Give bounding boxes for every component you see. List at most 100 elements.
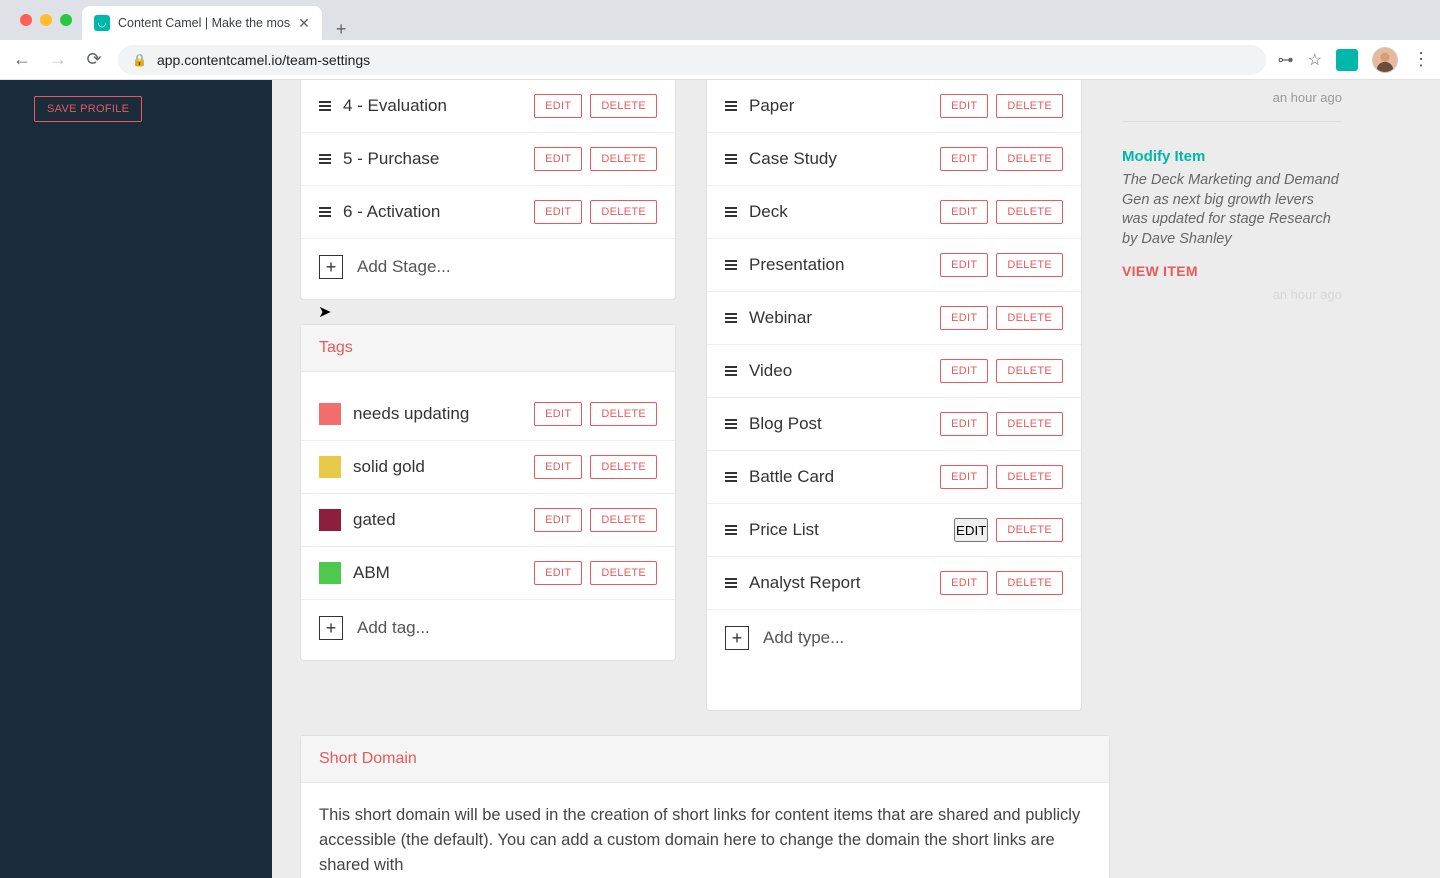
back-button[interactable]: ← (10, 49, 34, 70)
activity-timestamp: an hour ago (1122, 90, 1342, 122)
browser-tab[interactable]: ◡ Content Camel | Make the mos ✕ (82, 6, 322, 40)
tag-color-swatch (319, 403, 341, 425)
delete-button[interactable]: DELETE (996, 147, 1063, 171)
delete-button[interactable]: DELETE (590, 402, 657, 426)
tag-label: solid gold (353, 457, 522, 477)
view-item-link[interactable]: VIEW ITEM (1122, 263, 1342, 279)
url-input[interactable]: 🔒 app.contentcamel.io/team-settings (118, 45, 1266, 75)
tag-row: solid gold EDIT DELETE (301, 441, 675, 494)
stage-label: 5 - Purchase (343, 149, 522, 169)
tag-color-swatch (319, 456, 341, 478)
edit-button[interactable]: EDIT (940, 253, 988, 277)
forward-button[interactable]: → (46, 49, 70, 70)
edit-button[interactable]: EDIT (534, 94, 582, 118)
delete-button[interactable]: DELETE (996, 200, 1063, 224)
add-type-button[interactable]: + Add type... (707, 610, 1081, 670)
drag-handle-icon[interactable] (725, 366, 737, 376)
delete-button[interactable]: DELETE (996, 94, 1063, 118)
extension-icon[interactable] (1336, 49, 1358, 71)
drag-handle-icon[interactable] (725, 472, 737, 482)
edit-button[interactable]: EDIT (940, 147, 988, 171)
drag-handle-icon[interactable] (725, 525, 737, 535)
type-row: Deck EDIT DELETE (707, 186, 1081, 239)
delete-button[interactable]: DELETE (590, 147, 657, 171)
edit-button[interactable]: EDIT (534, 200, 582, 224)
type-label: Presentation (749, 255, 928, 275)
delete-button[interactable]: DELETE (996, 465, 1063, 489)
new-tab-button[interactable]: + (322, 19, 361, 40)
delete-button[interactable]: DELETE (996, 412, 1063, 436)
delete-button[interactable]: DELETE (590, 200, 657, 224)
edit-button[interactable]: EDIT (534, 455, 582, 479)
stage-label: 6 - Activation (343, 202, 522, 222)
delete-button[interactable]: DELETE (590, 561, 657, 585)
plus-icon: + (725, 626, 749, 650)
edit-button[interactable]: EDIT (940, 306, 988, 330)
edit-button[interactable]: EDIT (940, 359, 988, 383)
delete-button[interactable]: DELETE (590, 455, 657, 479)
drag-handle-icon[interactable] (725, 419, 737, 429)
favicon: ◡ (94, 15, 110, 31)
edit-button[interactable]: EDIT (534, 147, 582, 171)
toolbar-icons: ⊶ ☆ ⋮ (1278, 47, 1430, 73)
maximize-window-button[interactable] (60, 14, 72, 26)
type-label: Webinar (749, 308, 928, 328)
edit-button[interactable]: EDIT (940, 465, 988, 489)
edit-button[interactable]: EDIT (940, 94, 988, 118)
menu-icon[interactable]: ⋮ (1412, 49, 1430, 70)
add-stage-label: Add Stage... (357, 257, 451, 277)
type-label: Paper (749, 96, 928, 116)
plus-icon: + (319, 255, 343, 279)
profile-avatar[interactable] (1372, 47, 1398, 73)
type-row: Battle Card EDIT DELETE (707, 451, 1081, 504)
type-row: Blog Post EDITDELETE (707, 398, 1081, 451)
star-icon[interactable]: ☆ (1308, 50, 1322, 70)
key-icon[interactable]: ⊶ (1278, 50, 1294, 70)
edit-button[interactable]: EDIT (940, 200, 988, 224)
edit-button[interactable]: EDIT (534, 561, 582, 585)
stage-row: 4 - Evaluation EDIT DELETE (301, 80, 675, 133)
type-label: Price List (749, 520, 942, 540)
reload-button[interactable]: ⟳ (82, 49, 106, 70)
delete-button[interactable]: DELETE (996, 253, 1063, 277)
edit-button[interactable]: EDIT (954, 518, 988, 542)
add-tag-button[interactable]: + Add tag... (301, 600, 675, 660)
type-label: Deck (749, 202, 928, 222)
delete-button[interactable]: DELETE (590, 94, 657, 118)
delete-button[interactable]: DELETE (996, 518, 1063, 542)
type-label: Battle Card (749, 467, 928, 487)
drag-handle-icon[interactable] (725, 154, 737, 164)
tag-label: gated (353, 510, 522, 530)
type-row: Analyst Report EDIT DELETE (707, 557, 1081, 610)
add-type-label: Add type... (763, 628, 844, 648)
save-profile-button[interactable]: SAVE PROFILE (34, 96, 142, 122)
drag-handle-icon[interactable] (725, 101, 737, 111)
minimize-window-button[interactable] (40, 14, 52, 26)
close-tab-icon[interactable]: ✕ (298, 15, 310, 32)
drag-handle-icon[interactable] (319, 154, 331, 164)
edit-button[interactable]: EDIT (940, 571, 988, 595)
edit-button[interactable]: EDIT (940, 412, 988, 436)
type-label: Analyst Report (749, 573, 928, 593)
right-column: Paper EDITDELETE Case Study EDITDELETE D… (706, 80, 1082, 735)
drag-handle-icon[interactable] (725, 313, 737, 323)
drag-handle-icon[interactable] (725, 578, 737, 588)
add-stage-button[interactable]: + Add Stage... (301, 239, 675, 299)
edit-button[interactable]: EDIT (534, 402, 582, 426)
drag-handle-icon[interactable] (725, 207, 737, 217)
drag-handle-icon[interactable] (319, 101, 331, 111)
cursor-icon: ➤ (318, 302, 331, 322)
delete-button[interactable]: DELETE (590, 508, 657, 532)
tag-label: ABM (353, 563, 522, 583)
tag-row: gated EDIT DELETE (301, 494, 675, 547)
main-content: 4 - Evaluation EDIT DELETE 5 - Purchase … (272, 80, 1440, 878)
drag-handle-icon[interactable] (319, 207, 331, 217)
delete-button[interactable]: DELETE (996, 571, 1063, 595)
close-window-button[interactable] (20, 14, 32, 26)
tag-row: ABM EDIT DELETE (301, 547, 675, 600)
tag-color-swatch (319, 509, 341, 531)
drag-handle-icon[interactable] (725, 260, 737, 270)
delete-button[interactable]: DELETE (996, 359, 1063, 383)
edit-button[interactable]: EDIT (534, 508, 582, 532)
delete-button[interactable]: DELETE (996, 306, 1063, 330)
